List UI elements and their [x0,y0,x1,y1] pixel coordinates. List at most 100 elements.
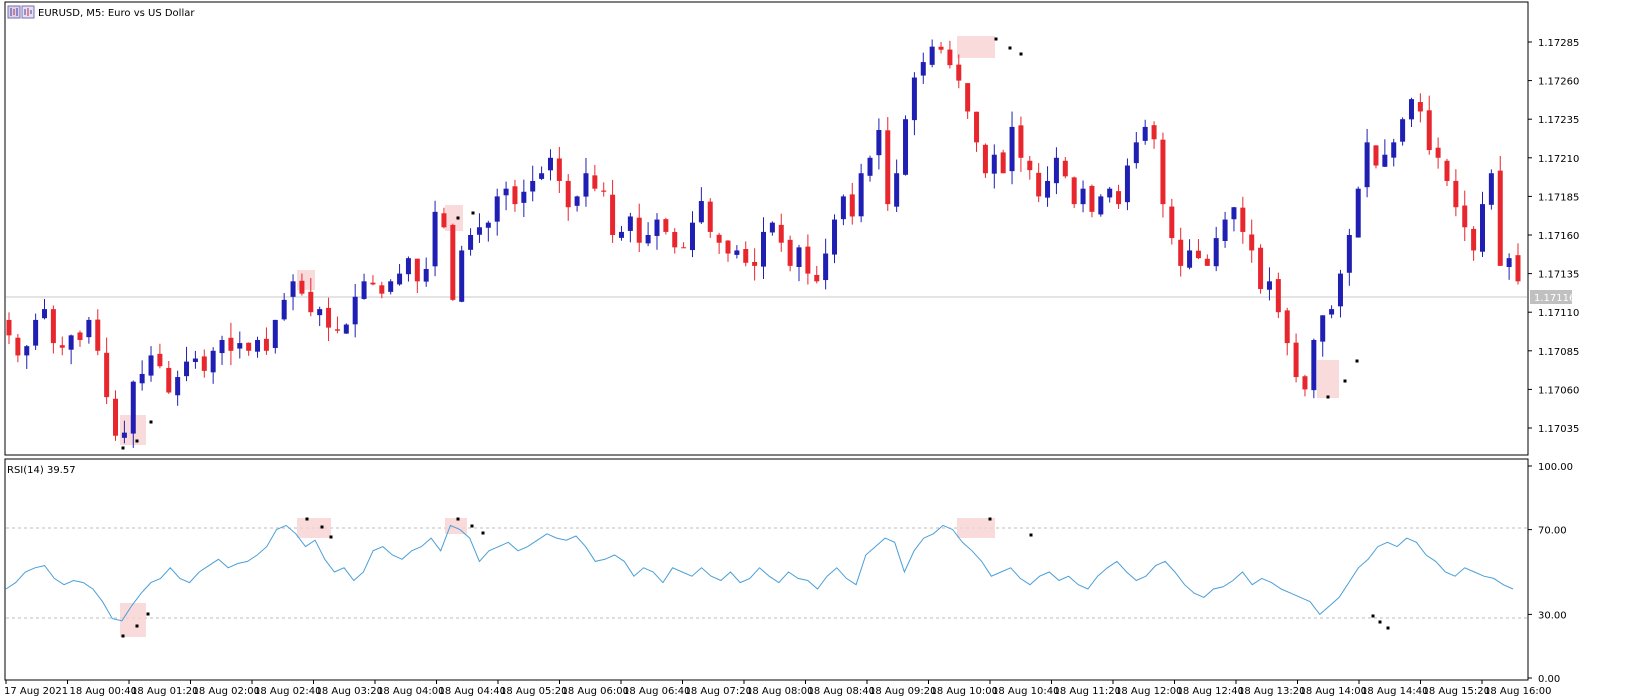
candle [574,195,580,212]
candle [1293,333,1299,383]
candle [1471,226,1477,261]
candle [778,213,784,252]
candle [1479,191,1485,257]
pattern-marker [1326,395,1330,399]
candle [59,336,65,356]
pattern-marker [305,517,309,521]
candle [592,164,598,192]
candle [326,297,332,342]
price-tick-label: 1.17160 [1538,231,1579,242]
candle [192,350,198,369]
candle [388,279,394,295]
time-tick-label: 18 Aug 03:20 [316,686,383,697]
candle [672,228,678,254]
price-tick-label: 1.17135 [1538,270,1579,281]
candle [42,298,48,320]
candle [1364,128,1370,198]
candle [1497,155,1503,266]
candle [1346,228,1352,286]
candle [867,155,873,182]
candle [1204,254,1210,266]
candle [769,221,775,236]
candle [334,316,340,334]
time-tick-label: 18 Aug 12:40 [1177,686,1244,697]
pattern-marker [1008,46,1012,50]
candle [414,258,420,293]
candle [1142,119,1148,145]
candle [317,306,323,327]
candle [24,344,30,369]
time-tick-label: 18 Aug 16:00 [1484,686,1551,697]
trading-chart[interactable]: EURUSD, M5: Euro vs US Dollar RSI(14) 39… [0,0,1633,700]
price-tick-label: 1.17260 [1538,77,1579,88]
candle [1036,163,1042,203]
candle [1187,239,1193,270]
highlight-box [1317,360,1339,398]
candle [228,322,234,366]
candle [459,245,465,303]
pattern-marker [994,37,998,41]
time-axis: 17 Aug 2021 18 Aug 00:4018 Aug 01:2018 Au… [4,680,1551,697]
candle [468,228,474,256]
candle [1320,315,1326,357]
candle [423,257,429,287]
candle [352,283,358,338]
candle [77,330,83,347]
candle [379,281,385,299]
candle [1329,305,1335,319]
candle [521,179,527,217]
pattern-marker [1355,359,1359,363]
candle [201,349,207,378]
candle [1488,169,1494,210]
highlight-box [957,36,995,58]
candle [512,179,518,212]
candle [6,312,12,345]
time-tick-label: 18 Aug 14:00 [1300,686,1367,697]
rsi-highlight-box [120,603,146,637]
time-tick-label: 18 Aug 12:00 [1115,686,1182,697]
candle [1249,219,1255,263]
candle [166,360,172,394]
candle [1098,194,1104,217]
price-tick-label: 1.17060 [1538,385,1579,396]
rsi-pane-frame [4,458,1529,681]
candle [1311,338,1317,399]
candle [1506,253,1512,280]
candle [885,116,891,211]
time-tick-label: 18 Aug 00:40 [70,686,137,697]
pattern-marker [135,439,139,443]
rsi-tick-label: 30.00 [1538,610,1567,621]
time-tick-label: 18 Aug 08:00 [746,686,813,697]
candle [1337,269,1343,318]
time-tick-label: 18 Aug 09:20 [869,686,936,697]
candle [1116,184,1122,209]
time-tick-label: 18 Aug 15:20 [1423,686,1490,697]
candle [956,54,962,89]
rsi-tick-label: 0.00 [1538,674,1560,685]
candle [1107,186,1113,203]
candle [1240,196,1246,244]
price-tick-label: 1.17210 [1538,154,1579,165]
candle [68,334,74,365]
candle [1426,95,1432,155]
price-tick-label: 1.17185 [1538,192,1579,203]
candle [938,41,944,54]
candle [663,217,669,235]
candle [610,179,616,243]
candle [823,238,829,290]
candle [1417,93,1423,123]
price-tick-label: 1.17285 [1538,38,1579,49]
candle [947,40,953,69]
candle [113,390,119,441]
candle [787,235,793,272]
time-tick-label: 18 Aug 02:00 [193,686,260,697]
time-tick-label: 18 Aug 10:40 [992,686,1059,697]
time-tick-label: 18 Aug 07:20 [685,686,752,697]
time-tick-label: 18 Aug 10:00 [931,686,998,697]
candle [565,174,571,221]
candle [894,159,900,212]
time-tick-label: 18 Aug 11:20 [1054,686,1121,697]
rsi-axis: 100.00 70.00 30.00 0.00 [1528,462,1573,685]
pattern-marker [456,517,460,521]
time-tick-label: 18 Aug 02:40 [254,686,321,697]
